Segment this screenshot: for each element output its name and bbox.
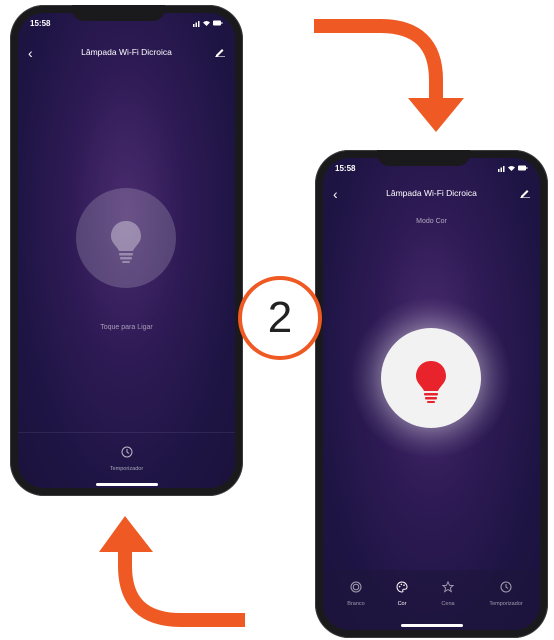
bulb-off-icon	[111, 221, 141, 263]
nav-bar: ‹ Lâmpada Wi-Fi Dicroica	[323, 186, 540, 206]
arrow-bottom-icon	[99, 516, 245, 627]
edit-icon[interactable]	[520, 188, 530, 198]
page-title: Lâmpada Wi-Fi Dicroica	[386, 188, 477, 198]
home-indicator	[96, 483, 158, 486]
tab-white-label: Branco	[347, 601, 365, 607]
tab-color[interactable]: Cor	[377, 580, 427, 607]
white-mode-icon	[350, 581, 362, 593]
phone-on-state: 15:58 ‹ Lâmpada Wi-Fi Dicroica Modo Cor	[315, 150, 548, 638]
notch	[72, 5, 165, 21]
app-screen-on: 15:58 ‹ Lâmpada Wi-Fi Dicroica Modo Cor	[323, 158, 540, 630]
tab-timer[interactable]: Temporizador	[18, 445, 235, 472]
tab-scene[interactable]: Cena	[423, 580, 473, 607]
mode-label: Modo Cor	[416, 218, 447, 225]
tab-white[interactable]: Branco	[331, 580, 381, 607]
signal-wifi-battery-icon	[498, 165, 528, 172]
edit-icon[interactable]	[215, 47, 225, 57]
clock-icon	[121, 446, 132, 458]
tap-to-turn-on-label: Toque para Ligar	[100, 324, 153, 331]
clock-icon	[500, 581, 512, 593]
home-indicator	[401, 624, 463, 627]
status-icons	[498, 164, 528, 174]
app-screen-off: 15:58 ‹ Lâmpada Wi-Fi Dicroica Toque par…	[18, 13, 235, 488]
power-toggle-button[interactable]	[76, 188, 176, 288]
bottom-tab-bar: Branco Cor Cena Temporizador	[323, 570, 540, 630]
tab-timer-label: Temporizador	[109, 466, 144, 472]
status-time: 15:58	[335, 164, 356, 173]
palette-icon	[396, 581, 408, 593]
tab-scene-label: Cena	[441, 601, 455, 607]
tab-timer[interactable]: Temporizador	[481, 580, 531, 607]
phone-off-state: 15:58 ‹ Lâmpada Wi-Fi Dicroica Toque par…	[10, 5, 243, 496]
signal-wifi-battery-icon	[193, 20, 223, 27]
bottom-tab-bar: Temporizador	[18, 432, 235, 488]
tab-color-label: Cor	[397, 601, 407, 607]
bulb-on-icon	[416, 361, 446, 403]
arrow-top-icon	[314, 19, 464, 132]
status-icons	[193, 19, 223, 29]
status-time: 15:58	[30, 19, 51, 28]
notch	[377, 150, 470, 166]
star-icon	[441, 580, 455, 593]
tab-timer-label: Temporizador	[489, 601, 523, 607]
page-title: Lâmpada Wi-Fi Dicroica	[81, 47, 172, 57]
nav-bar: ‹ Lâmpada Wi-Fi Dicroica	[18, 45, 235, 65]
step-number-badge: 2	[238, 276, 322, 360]
power-toggle-button[interactable]	[381, 328, 481, 428]
